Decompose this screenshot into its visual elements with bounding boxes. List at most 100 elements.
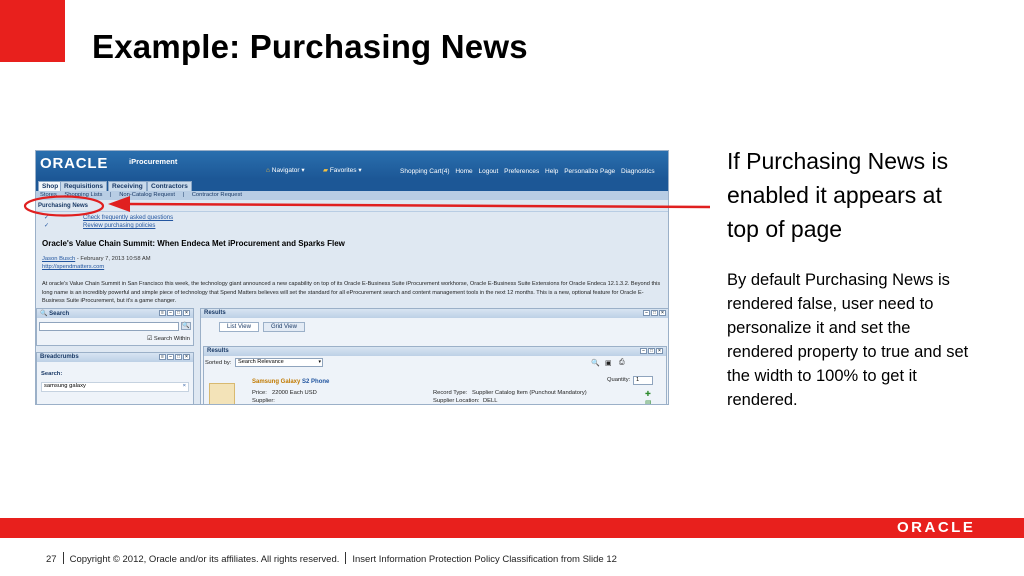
link-diagnostics[interactable]: Diagnostics <box>621 168 655 175</box>
results-inner-panel: Results – □ × <box>203 346 667 404</box>
save-icon[interactable]: ▣ <box>605 359 612 367</box>
tab-shop[interactable]: Shop <box>38 181 63 191</box>
list-icon[interactable]: ≡ <box>159 310 166 316</box>
close-icon[interactable]: × <box>183 310 190 316</box>
news-divider <box>36 211 668 212</box>
search-icon: 🔍 <box>40 311 48 317</box>
copyright-text: Copyright © 2012, Oracle and/or its affi… <box>69 554 340 565</box>
news-headline: Oracle's Value Chain Summit: When Endeca… <box>42 239 345 248</box>
price-value: 22000 Each USD <box>272 390 317 396</box>
breadcrumb-value: samsung galaxy <box>44 383 86 389</box>
link-preferences[interactable]: Preferences <box>504 168 539 175</box>
supplier-label: Supplier: <box>252 398 275 404</box>
purchasing-news-header: Purchasing News <box>38 203 89 209</box>
search-go-button[interactable]: 🔍 <box>181 322 191 330</box>
classification-text: Insert Information Protection Policy Cla… <box>352 554 617 565</box>
subtab-stores[interactable]: Stores <box>40 192 57 198</box>
search-within-option[interactable]: ☑ Search Within <box>147 336 190 342</box>
list-icon[interactable]: ≡ <box>159 354 166 360</box>
breadcrumbs-panel-title: Breadcrumbs <box>40 354 79 360</box>
minimize-icon[interactable]: – <box>167 310 174 316</box>
maximize-icon[interactable]: □ <box>648 348 655 354</box>
link-faq[interactable]: Check frequently asked questions <box>83 215 173 221</box>
favorites-menu[interactable]: ▰ Favorites ▾ <box>323 166 362 174</box>
navigator-menu[interactable]: ⌂ Navigator ▾ <box>266 166 305 174</box>
tab-grid-view[interactable]: Grid View <box>263 322 305 332</box>
page-number: 27 <box>46 554 57 565</box>
slide-footer: 27 Copyright © 2012, Oracle and/or its af… <box>46 552 617 565</box>
close-icon[interactable]: × <box>656 348 663 354</box>
minimize-icon[interactable]: – <box>167 354 174 360</box>
supplier-location-value: DELL <box>483 398 498 404</box>
remove-icon[interactable]: × <box>183 383 186 389</box>
breadcrumbs-panel-header: Breadcrumbs ≡ – □ × <box>37 353 193 362</box>
news-byline: Jason Busch - February 7, 2013 10:58 AM <box>42 256 151 262</box>
news-url-link[interactable]: http://spendmatters.com <box>42 264 104 270</box>
oracle-logo: ORACLE <box>40 155 109 172</box>
navigator-label: Navigator <box>271 167 300 174</box>
red-corner-accent <box>0 0 65 62</box>
print-icon[interactable]: ⎙ <box>619 359 625 367</box>
close-icon[interactable]: × <box>183 354 190 360</box>
search-panel-header: 🔍 Search ≡ – □ × <box>37 309 193 318</box>
product-thumbnail[interactable] <box>209 383 235 404</box>
news-link-row: ✓ Review purchasing policies <box>44 222 155 229</box>
sorted-by-label: Sorted by: <box>205 360 232 366</box>
supplier-location-label: Supplier Location: <box>433 398 480 404</box>
results-panel-header: Results – □ × <box>201 309 668 318</box>
footer-bar <box>0 518 1024 538</box>
record-type-label: Record Type: <box>433 390 468 396</box>
subtab-contractor-request[interactable]: Contractor Request <box>192 192 242 198</box>
app-header: ORACLE iProcurement ⌂ Navigator ▾ ▰ Favo… <box>36 151 668 179</box>
news-link-row: ✓ Check frequently asked questions <box>44 214 173 221</box>
close-icon[interactable]: × <box>659 310 666 316</box>
search-panel-title: Search <box>49 311 70 317</box>
search-panel: 🔍 Search ≡ – □ × 🔍 ☑ Search Within <box>36 308 194 346</box>
add-to-cart-icon[interactable]: ✚ <box>645 390 651 398</box>
add-to-list-icon[interactable]: ▤ <box>645 399 652 404</box>
product-name-link[interactable]: Samsung Galaxy S2 Phone <box>252 379 329 385</box>
footer-oracle-logo: ORACLE <box>897 519 976 536</box>
maximize-icon[interactable]: □ <box>175 354 182 360</box>
link-home[interactable]: Home <box>455 168 472 175</box>
tab-list-view[interactable]: List View <box>219 322 259 332</box>
footer-separator <box>62 552 64 564</box>
checkbox-checked-icon: ☑ <box>147 336 153 342</box>
subtab-non-catalog-request[interactable]: Non-Catalog Request <box>119 192 175 198</box>
minimize-icon[interactable]: – <box>640 348 647 354</box>
search-input[interactable] <box>39 322 179 331</box>
sort-select[interactable]: Search Relevance ▾ <box>235 358 323 367</box>
subtab-separator: | <box>110 192 112 198</box>
breadcrumbs-panel: Breadcrumbs ≡ – □ × Search: samsung galaxy … <box>36 352 194 404</box>
link-shopping-cart[interactable]: Shopping Cart(4) <box>400 168 450 175</box>
results-panel: Results – □ × List View Grid View Results … <box>200 308 668 404</box>
chevron-down-icon: ▾ <box>318 359 321 365</box>
maximize-icon[interactable]: □ <box>175 310 182 316</box>
quantity-input[interactable]: 1 <box>633 376 653 385</box>
record-type-value: Supplier Catalog Item (Punchout Mandator… <box>472 390 587 396</box>
subtab-shopping-lists[interactable]: Shopping Lists <box>64 192 102 198</box>
link-logout[interactable]: Logout <box>478 168 498 175</box>
compare-icon[interactable]: 🔍 <box>591 359 600 367</box>
sort-value: Search Relevance <box>238 359 284 365</box>
news-author-link[interactable]: Jason Busch <box>42 256 75 262</box>
check-icon: ✓ <box>44 215 50 221</box>
tab-receiving[interactable]: Receiving <box>108 181 147 191</box>
news-body: At oracle's Value Chain Summit in San Fr… <box>42 281 661 304</box>
link-help[interactable]: Help <box>545 168 558 175</box>
folder-icon: ▰ <box>323 167 328 174</box>
subtab-separator: | <box>182 192 185 198</box>
minimize-icon[interactable]: – <box>643 310 650 316</box>
link-purchasing-policies[interactable]: Review purchasing policies <box>83 223 155 229</box>
maximize-icon[interactable]: □ <box>651 310 658 316</box>
search-within-label: Search Within <box>153 336 190 342</box>
link-personalize-page[interactable]: Personalize Page <box>564 168 615 175</box>
check-icon: ✓ <box>44 223 50 229</box>
news-date: - February 7, 2013 10:58 AM <box>75 256 151 262</box>
slide-title: Example: Purchasing News <box>92 28 528 65</box>
app-name: iProcurement <box>129 157 178 166</box>
tab-requisitions[interactable]: Requisitions <box>60 181 108 191</box>
tab-contractors[interactable]: Contractors <box>147 181 192 191</box>
results-inner-header: Results – □ × <box>204 347 666 356</box>
results-inner-title: Results <box>207 348 229 354</box>
